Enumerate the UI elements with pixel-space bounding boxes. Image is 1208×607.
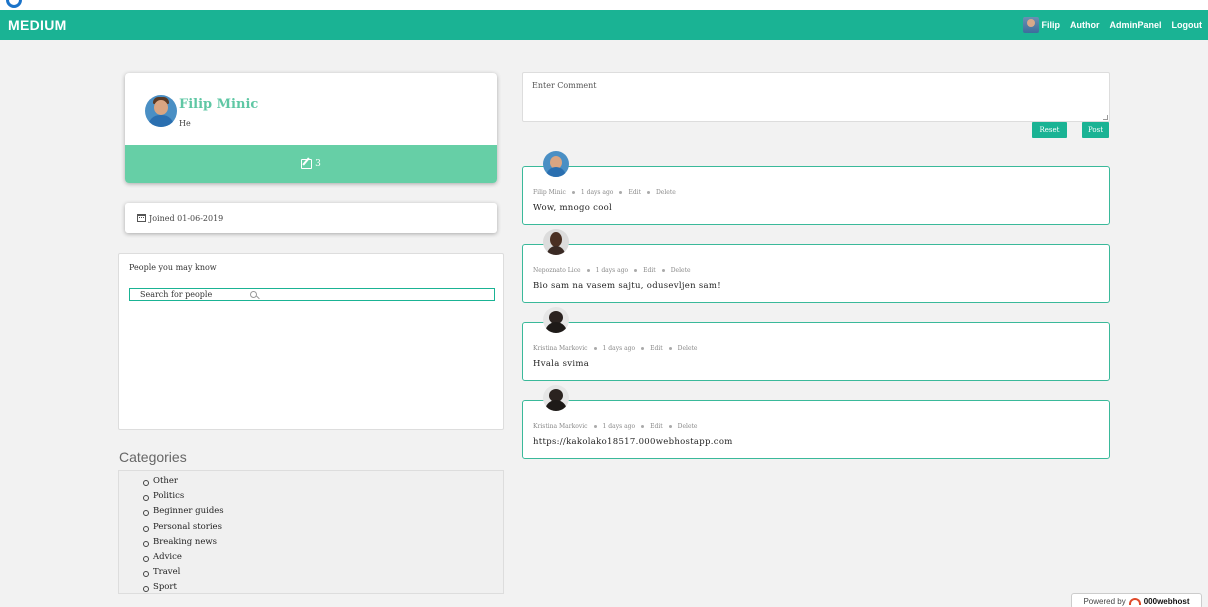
search-icon[interactable] xyxy=(250,291,257,298)
powered-prefix: Powered by xyxy=(1083,596,1126,606)
comment-avatar xyxy=(543,307,569,333)
categories-title: Categories xyxy=(119,449,187,465)
category-item[interactable]: Breaking news xyxy=(143,535,503,550)
comment-edit-link[interactable]: Edit xyxy=(650,423,663,430)
reset-button[interactable]: Reset xyxy=(1032,122,1067,138)
post-count: 3 xyxy=(315,159,321,169)
comment-delete-link[interactable]: Delete xyxy=(678,423,698,430)
comment-text: Wow, mnogo cool xyxy=(533,203,613,213)
category-item[interactable]: Personal stories xyxy=(143,520,503,535)
comment-meta: Filip Minic 1 days ago Edit Delete xyxy=(533,189,676,196)
browser-top-strip xyxy=(0,0,1208,10)
comment-time: 1 days ago xyxy=(602,423,636,430)
comment-input[interactable]: Enter Comment xyxy=(522,72,1110,122)
comment-delete-link[interactable]: Delete xyxy=(678,345,698,352)
comment-edit-link[interactable]: Edit xyxy=(628,189,641,196)
comment-card: Kristina Markovic 1 days ago Edit Delete… xyxy=(522,322,1110,381)
comment-meta: Kristina Markovic 1 days ago Edit Delete xyxy=(533,345,697,352)
comment-text: https://kakolako18517.000webhostapp.com xyxy=(533,437,733,447)
profile-posts-bar[interactable]: 3 xyxy=(125,145,497,183)
comment-delete-link[interactable]: Delete xyxy=(671,267,691,274)
site-logo-icon xyxy=(6,0,22,8)
user-avatar xyxy=(1023,17,1040,33)
profile-name: Filip Minic xyxy=(179,97,259,112)
post-button[interactable]: Post xyxy=(1082,122,1109,138)
comment-meta: Kristina Markovic 1 days ago Edit Delete xyxy=(533,423,697,430)
navbar-right: Filip Author AdminPanel Logout xyxy=(1023,15,1202,35)
comment-placeholder: Enter Comment xyxy=(532,81,597,90)
category-item[interactable]: Advice xyxy=(143,550,503,565)
comment-author[interactable]: Kristina Markovic xyxy=(533,423,588,430)
calendar-icon xyxy=(137,214,146,222)
comment-avatar xyxy=(543,385,569,411)
nav-author-link[interactable]: Author xyxy=(1070,20,1100,30)
nav-logout-link[interactable]: Logout xyxy=(1172,20,1203,30)
comment-card: Kristina Markovic 1 days ago Edit Delete… xyxy=(522,400,1110,459)
comment-author[interactable]: Nepoznato Lice xyxy=(533,267,581,274)
joined-date: Joined 01-06-2019 xyxy=(149,213,224,223)
profile-card: Filip Minic He 3 xyxy=(125,73,497,183)
edit-icon xyxy=(301,159,313,169)
powered-brand: 000webhost xyxy=(1143,596,1190,606)
nav-user-name: Filip xyxy=(1041,20,1060,30)
profile-avatar xyxy=(145,95,177,127)
brand-link[interactable]: MEDIUM xyxy=(8,17,67,33)
comment-text: Hvala svima xyxy=(533,359,590,369)
comment-edit-link[interactable]: Edit xyxy=(650,345,663,352)
comment-meta: Nepoznato Lice 1 days ago Edit Delete xyxy=(533,267,691,274)
comment-text: Bio sam na vasem sajtu, odusevljen sam! xyxy=(533,281,721,291)
comment-author[interactable]: Kristina Markovic xyxy=(533,345,588,352)
webhost-logo-icon xyxy=(1128,597,1141,605)
category-item[interactable]: Sport xyxy=(143,580,503,595)
resize-handle[interactable] xyxy=(1103,115,1108,120)
comment-avatar xyxy=(543,151,569,177)
people-search-value: Search for people xyxy=(140,290,213,299)
comment-avatar xyxy=(543,229,569,255)
comment-time: 1 days ago xyxy=(602,345,636,352)
people-title: People you may know xyxy=(129,263,217,272)
comment-edit-link[interactable]: Edit xyxy=(643,267,656,274)
comment-time: 1 days ago xyxy=(580,189,614,196)
comment-card: Filip Minic 1 days ago Edit Delete Wow, … xyxy=(522,166,1110,225)
category-item[interactable]: Beginner guides xyxy=(143,504,503,519)
profile-bio: He xyxy=(179,119,191,128)
joined-card: Joined 01-06-2019 xyxy=(125,203,497,233)
comment-delete-link[interactable]: Delete xyxy=(656,189,676,196)
people-search-input[interactable]: Search for people xyxy=(129,288,495,301)
category-item[interactable]: Other xyxy=(143,474,503,489)
people-card: People you may know Search for people xyxy=(118,253,504,430)
comment-time: 1 days ago xyxy=(595,267,629,274)
nav-user-link[interactable]: Filip xyxy=(1023,17,1060,33)
nav-adminpanel-link[interactable]: AdminPanel xyxy=(1109,20,1161,30)
comment-author[interactable]: Filip Minic xyxy=(533,189,566,196)
comment-card: Nepoznato Lice 1 days ago Edit Delete Bi… xyxy=(522,244,1110,303)
navbar: MEDIUM Filip Author AdminPanel Logout xyxy=(0,10,1208,40)
category-item[interactable]: Politics xyxy=(143,489,503,504)
powered-by-badge[interactable]: Powered by 000webhost xyxy=(1071,593,1202,607)
category-item[interactable]: Travel xyxy=(143,565,503,580)
categories-list: Other Politics Beginner guides Personal … xyxy=(118,470,504,594)
